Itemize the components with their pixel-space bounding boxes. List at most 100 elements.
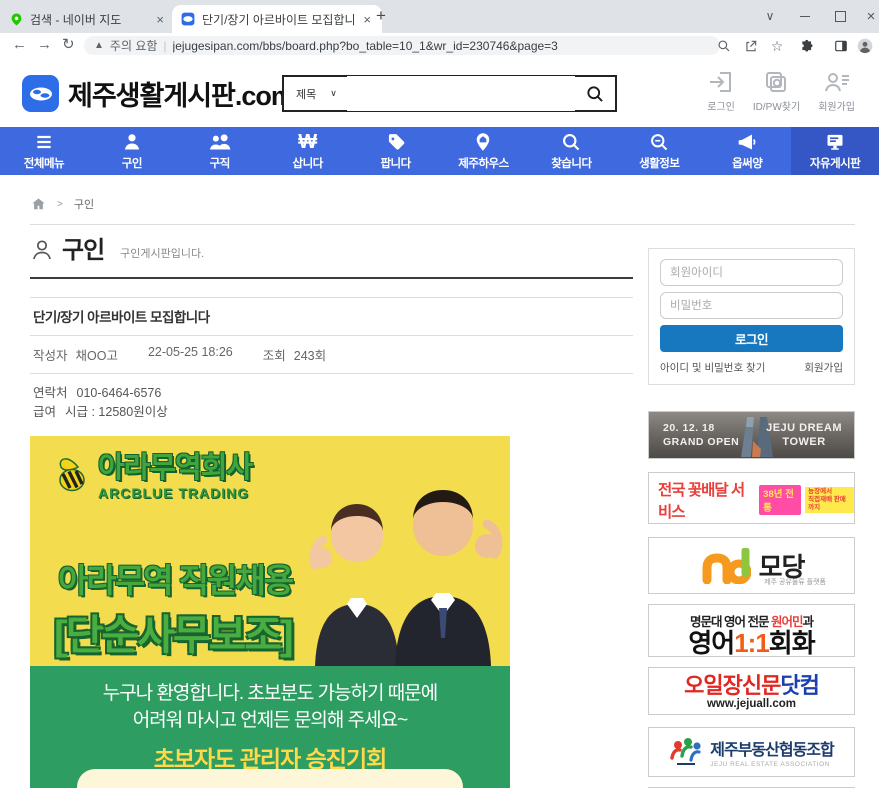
english-main-title: 영어1:1회화 <box>649 630 854 656</box>
join-link[interactable]: 회원가입 <box>818 70 855 113</box>
window-chevron-icon[interactable]: ∨ <box>758 4 782 28</box>
nav-item-all-menu[interactable]: 전체메뉴 <box>0 127 88 175</box>
search-category-select[interactable]: 제목 ∨ <box>284 86 347 102</box>
browser-window: 검색 - 네이버 지도 × 단기/장기 아르바이트 모집합니 × + ∨ × ←… <box>0 0 879 788</box>
board-subtitle: 구인게시판입니다. <box>112 245 204 263</box>
flower-badge-note: 농장에서 직접재배 판매까지 <box>805 487 854 513</box>
banner-oiljang-news[interactable]: 오일장신문닷컴 www.jejuall.com <box>648 667 855 715</box>
chevron-down-icon: ∨ <box>330 88 337 99</box>
side-panel-icon[interactable] <box>832 37 850 55</box>
nav-item-life-info[interactable]: 생활정보 <box>615 127 703 175</box>
megaphone-icon <box>735 132 759 152</box>
tab-strip: 검색 - 네이버 지도 × 단기/장기 아르바이트 모집합니 × + ∨ × <box>0 0 879 33</box>
browser-back-icon[interactable]: ← <box>12 36 27 54</box>
login-icon <box>708 70 734 94</box>
nav-item-buying[interactable]: ₩ 삽니다 <box>264 127 352 175</box>
banner-flower-delivery[interactable]: 전국 꽃배달 서비스 38년 전통 농장에서 직접재배 판매까지 제주에는 꽃보… <box>648 472 855 524</box>
home-icon[interactable] <box>31 197 46 211</box>
author-value: 채OO고 <box>76 345 118 364</box>
flower-badge: 38년 전통 <box>759 485 801 515</box>
ad-panel: 모집분야 <box>77 769 463 788</box>
nav-item-jeju-house[interactable]: 제주하우스 <box>440 127 528 175</box>
tab-title: 단기/장기 아르바이트 모집합니 <box>202 11 354 28</box>
browser-reload-icon[interactable]: ↻ <box>62 36 75 54</box>
extensions-puzzle-icon[interactable] <box>798 37 816 55</box>
breadcrumb-current[interactable]: 구인 <box>74 196 94 212</box>
views-value: 243회 <box>294 345 326 364</box>
ad-models-photo <box>275 474 510 666</box>
post-meta: 작성자 채OO고 22-05-25 18:26 조회 243회 <box>30 336 633 374</box>
price-tag-icon <box>385 132 407 152</box>
banner-english-class[interactable]: 명문대 영어 전문 원어민과 영어1:1회화 6세부터 성인까지 나이에 상관 … <box>648 604 855 657</box>
won-icon: ₩ <box>298 132 317 152</box>
site-logo-icon <box>22 75 59 112</box>
window-close-button[interactable]: × <box>863 4 879 28</box>
ad-copy-line-1: 누구나 환영합니다. 초보분도 가능하기 때문에 <box>30 666 510 705</box>
search-icon <box>585 84 605 104</box>
password-input[interactable] <box>660 292 843 319</box>
modang-subtitle: 제주 공유물류 플랫폼 <box>764 577 826 587</box>
nav-item-free-board[interactable]: 자유게시판 <box>791 127 879 175</box>
search-icon <box>560 132 582 152</box>
tab-close-icon[interactable]: × <box>361 12 373 27</box>
info-search-icon <box>648 132 670 152</box>
board-monitor-icon <box>824 132 846 152</box>
zoom-icon[interactable] <box>715 37 733 55</box>
find-id-pw-link[interactable]: 아이디 및 비밀번호 찾기 <box>660 360 765 375</box>
site-logo[interactable]: 제주생활게시판.com <box>22 74 294 113</box>
breadcrumb-separator: > <box>57 199 63 210</box>
bee-logo-icon <box>58 453 92 493</box>
dream-tower-date: 20. 12. 18 <box>663 421 739 435</box>
nav-item-looking-for[interactable]: 찾습니다 <box>527 127 615 175</box>
nav-item-job-seekers[interactable]: 구직 <box>176 127 264 175</box>
security-warning-icon[interactable]: ▲ <box>94 40 104 51</box>
nav-item-opsseoyang[interactable]: 옵써양 <box>703 127 791 175</box>
login-box: 로그인 아이디 및 비밀번호 찾기 회원가입 <box>648 248 855 385</box>
login-link[interactable]: 로그인 <box>707 70 735 113</box>
post-datetime: 22-05-25 18:26 <box>148 345 233 364</box>
security-warning-text[interactable]: 주의 요함 <box>110 37 158 54</box>
board-person-icon <box>30 237 54 263</box>
ad-top-section: 아라무역회사 ARCBLUE TRADING 아라무역 직원채용 [단순사무보조… <box>30 436 510 666</box>
recruit-ad-image[interactable]: 아라무역회사 ARCBLUE TRADING 아라무역 직원채용 [단순사무보조… <box>30 436 510 788</box>
flower-headline: 전국 꽃배달 서비스 <box>658 478 755 522</box>
post-area: 단기/장기 아르바이트 모집합니다 작성자 채OO고 22-05-25 18:2… <box>30 277 633 788</box>
window-minimize-button[interactable] <box>793 4 817 28</box>
search-button[interactable] <box>575 77 615 110</box>
dream-tower-name-2: TOWER <box>766 435 842 449</box>
search-input[interactable] <box>347 76 575 111</box>
login-button[interactable]: 로그인 <box>660 325 843 352</box>
pay-label: 급여 <box>33 403 56 422</box>
window-maximize-button[interactable] <box>828 4 852 28</box>
page-url[interactable]: jejugesipan.com/bbs/board.php?bo_table=1… <box>173 39 558 53</box>
search-category-value: 제목 <box>296 86 316 102</box>
signup-link[interactable]: 회원가입 <box>804 360 843 375</box>
board-heading: 구인 구인게시판입니다. <box>30 237 204 263</box>
bookmark-star-icon[interactable]: ☆ <box>768 37 786 55</box>
sidebar: 로그인 아이디 및 비밀번호 찾기 회원가입 20. 12. 18 GRAND … <box>648 248 855 788</box>
location-pin-icon <box>472 132 494 152</box>
contact-value: 010-6464-6576 <box>77 384 162 403</box>
login-label: 로그인 <box>707 98 735 113</box>
tab-naver-map[interactable]: 검색 - 네이버 지도 × <box>10 7 166 31</box>
nav-item-selling[interactable]: 팝니다 <box>352 127 440 175</box>
real-estate-logo-icon <box>669 736 703 768</box>
member-id-input[interactable] <box>660 259 843 286</box>
site-header: 제주생활게시판.com 제목 ∨ 로그인 ID/PW찾기 회원가입 <box>0 57 879 127</box>
person-icon <box>121 132 143 152</box>
nav-item-job-offers[interactable]: 구인 <box>88 127 176 175</box>
share-icon[interactable] <box>742 37 760 55</box>
banner-jeju-dream-tower[interactable]: 20. 12. 18 GRAND OPEN JEJU DREAM TOWER <box>648 411 855 459</box>
modang-logo-icon <box>699 548 751 584</box>
banner-real-estate-assoc[interactable]: 제주부동산협동조합 JEJU REAL ESTATE ASSOCIATION <box>648 727 855 777</box>
omnibox[interactable]: ▲ 주의 요함 | jejugesipan.com/bbs/board.php?… <box>84 36 720 55</box>
breadcrumb-divider <box>30 224 855 225</box>
find-idpw-link[interactable]: ID/PW찾기 <box>753 70 800 113</box>
tab-close-icon[interactable]: × <box>154 12 166 27</box>
tab-current-post[interactable]: 단기/장기 아르바이트 모집합니 × <box>172 5 382 33</box>
dream-tower-name-1: JEJU DREAM <box>766 421 842 435</box>
new-tab-button[interactable]: + <box>376 6 386 26</box>
banner-modang[interactable]: 모당 제주 공유물류 플랫폼 <box>648 537 855 594</box>
browser-menu-icon[interactable]: ⋮ <box>871 37 879 55</box>
browser-forward-icon[interactable]: → <box>37 36 52 54</box>
